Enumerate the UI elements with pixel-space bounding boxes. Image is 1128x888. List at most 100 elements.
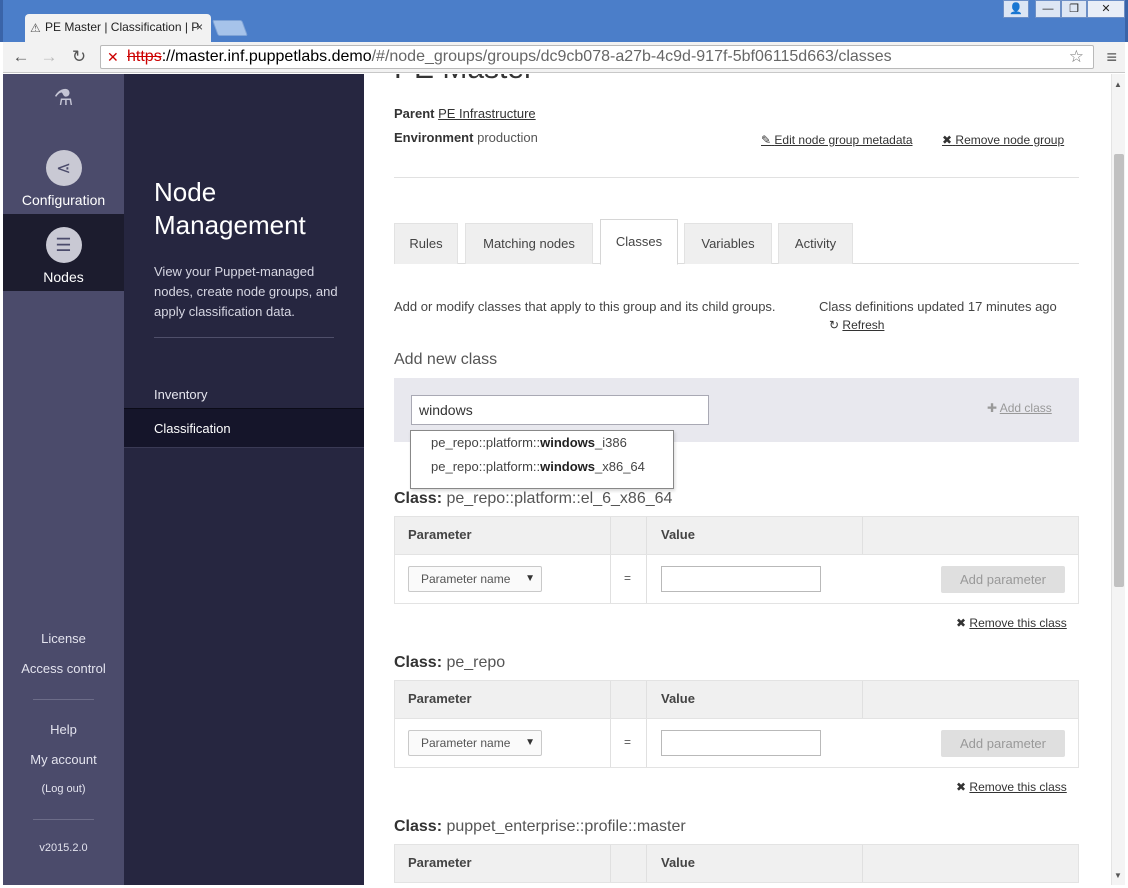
remove-class-link[interactable]: ✖ Remove this class: [956, 616, 1067, 630]
class-title: Class: pe_repo::platform::el_6_x86_64: [394, 490, 672, 508]
parameter-table: Parameter Value Parameter name ▼ = Add pa…: [394, 516, 1079, 604]
section-divider: [394, 177, 1079, 178]
class-prefix: Class:: [394, 818, 443, 835]
parameter-column-header: Parameter: [408, 527, 472, 542]
suggestion-item[interactable]: pe_repo::platform::windows_x86_64: [411, 455, 673, 479]
tab-matching-nodes[interactable]: Matching nodes: [465, 223, 593, 264]
parameter-name-select[interactable]: Parameter name ▼: [408, 730, 542, 756]
table-row: Parameter name ▼ = Add parameter: [395, 718, 1078, 767]
new-tab-button[interactable]: [212, 20, 248, 36]
browser-tab-title: PE Master | Classification | P: [45, 20, 200, 34]
browser-menu-icon[interactable]: ≡: [1106, 47, 1117, 68]
classes-description: Add or modify classes that apply to this…: [394, 299, 776, 314]
class-suggestions: pe_repo::platform::windows_i386 pe_repo:…: [410, 430, 674, 489]
reload-icon[interactable]: ↻: [68, 47, 90, 67]
scroll-down-icon[interactable]: ▼: [1114, 871, 1122, 880]
parent-link[interactable]: PE Infrastructure: [438, 106, 536, 121]
tab-rules[interactable]: Rules: [394, 223, 458, 264]
edit-metadata-label: Edit node group metadata: [774, 133, 913, 147]
class-prefix: Class:: [394, 490, 443, 507]
rail-divider: [33, 819, 94, 820]
license-link[interactable]: License: [3, 631, 124, 646]
browser-toolbar: ← → ↻ ✕ https://master.inf.puppetlabs.de…: [3, 42, 1125, 73]
refresh-icon: ↻: [829, 318, 840, 332]
equals-sign: =: [624, 571, 632, 585]
class-name: puppet_enterprise::profile::master: [446, 818, 686, 835]
add-class-button[interactable]: ✚ Add class: [987, 401, 1052, 415]
remove-group-label: Remove node group: [955, 133, 1065, 147]
my-account-link[interactable]: My account: [3, 752, 124, 767]
access-control-link[interactable]: Access control: [3, 661, 124, 676]
remove-class-link[interactable]: ✖ Remove this class: [956, 780, 1067, 794]
parameter-name-select[interactable]: Parameter name ▼: [408, 566, 542, 592]
rail-divider: [33, 699, 94, 700]
primary-nav: ⚗ ⋖ Configuration ☰ Nodes License Access…: [3, 74, 124, 885]
nav-nodes-label: Nodes: [43, 269, 84, 285]
class-name: pe_repo::platform::el_6_x86_64: [446, 490, 673, 507]
chevron-down-icon: ▼: [525, 737, 535, 748]
tab-variables[interactable]: Variables: [684, 223, 772, 264]
puppet-icon: ⚠: [30, 21, 41, 35]
add-class-label: Add class: [999, 401, 1052, 415]
parameter-value-input[interactable]: [661, 730, 821, 756]
maximize-button[interactable]: ❐: [1061, 0, 1087, 18]
refresh-link[interactable]: ↻ Refresh: [829, 318, 884, 332]
browser-titlebar: ⚠ PE Master | Classification | P × 👤 — ❐…: [0, 0, 1128, 42]
add-new-class-title: Add new class: [394, 351, 498, 368]
close-window-button[interactable]: ✕: [1087, 0, 1125, 18]
bookmark-star-icon[interactable]: ☆: [1069, 46, 1084, 68]
class-prefix: Class:: [394, 654, 443, 671]
close-icon: ✖: [942, 133, 953, 147]
add-parameter-button[interactable]: Add parameter: [941, 566, 1065, 593]
parameter-value-input[interactable]: [661, 566, 821, 592]
logout-link[interactable]: (Log out): [3, 783, 124, 795]
remove-class-label: Remove this class: [969, 616, 1067, 630]
tab-classes[interactable]: Classes: [600, 219, 678, 265]
url-scheme: https: [127, 48, 162, 65]
help-link[interactable]: Help: [3, 722, 124, 737]
browser-tab[interactable]: ⚠ PE Master | Classification | P ×: [25, 14, 211, 42]
puppet-logo-icon[interactable]: ⚗: [3, 74, 124, 122]
class-title: Class: pe_repo: [394, 654, 505, 672]
database-icon: ☰: [45, 227, 82, 263]
remove-group-link[interactable]: ✖ Remove node group: [942, 133, 1064, 147]
minimize-button[interactable]: —: [1035, 0, 1061, 18]
back-arrow-icon[interactable]: ←: [10, 47, 32, 67]
page-scrollbar[interactable]: ▲ ▼: [1111, 74, 1125, 885]
close-tab-icon[interactable]: ×: [196, 20, 203, 34]
value-column-header: Value: [661, 691, 695, 706]
nav-nodes[interactable]: ☰ Nodes: [3, 214, 124, 291]
scrollbar-thumb[interactable]: [1114, 154, 1124, 587]
refresh-label: Refresh: [842, 318, 885, 332]
table-header: Parameter Value: [395, 681, 1078, 718]
section-description: View your Puppet-managed nodes, create n…: [154, 264, 338, 319]
main-content: PE Master Parent PE Infrastructure Envir…: [364, 74, 1111, 885]
parameter-column-header: Parameter: [408, 855, 472, 870]
subnav-item-classification[interactable]: Classification: [124, 408, 364, 448]
suggestion-item[interactable]: pe_repo::platform::windows_i386: [411, 431, 673, 455]
parent-row: Parent PE Infrastructure: [394, 106, 536, 121]
parent-label: Parent: [394, 106, 435, 121]
class-search-input[interactable]: [411, 395, 709, 425]
add-parameter-button[interactable]: Add parameter: [941, 730, 1065, 757]
parameter-table: Parameter Value: [394, 844, 1079, 883]
edit-metadata-link[interactable]: ✎ Edit node group metadata: [761, 133, 913, 147]
table-row: Parameter name ▼ = Add parameter: [395, 554, 1078, 603]
plus-icon: ✚: [987, 401, 998, 415]
nav-configuration[interactable]: ⋖ Configuration: [3, 140, 124, 212]
user-profile-button[interactable]: 👤: [1003, 0, 1029, 18]
tab-activity[interactable]: Activity: [778, 223, 853, 264]
scroll-up-icon[interactable]: ▲: [1114, 80, 1122, 89]
version-label: v2015.2.0: [39, 842, 88, 854]
address-bar[interactable]: ✕ https://master.inf.puppetlabs.demo/#/n…: [100, 45, 1094, 69]
environment-row: Environment production: [394, 130, 538, 145]
share-icon: ⋖: [45, 150, 82, 186]
chevron-down-icon: ▼: [525, 573, 535, 584]
class-definitions-updated: Class definitions updated 17 minutes ago: [819, 299, 1057, 314]
group-tabs: Rules Matching nodes Classes Variables A…: [394, 219, 1079, 265]
url-path: /#/node_groups/groups/dc9cb078-a27b-4c9d…: [371, 48, 892, 65]
environment-value: production: [477, 130, 538, 145]
class-name: pe_repo: [446, 654, 506, 671]
forward-arrow-icon[interactable]: →: [38, 47, 60, 67]
environment-label: Environment: [394, 130, 474, 145]
